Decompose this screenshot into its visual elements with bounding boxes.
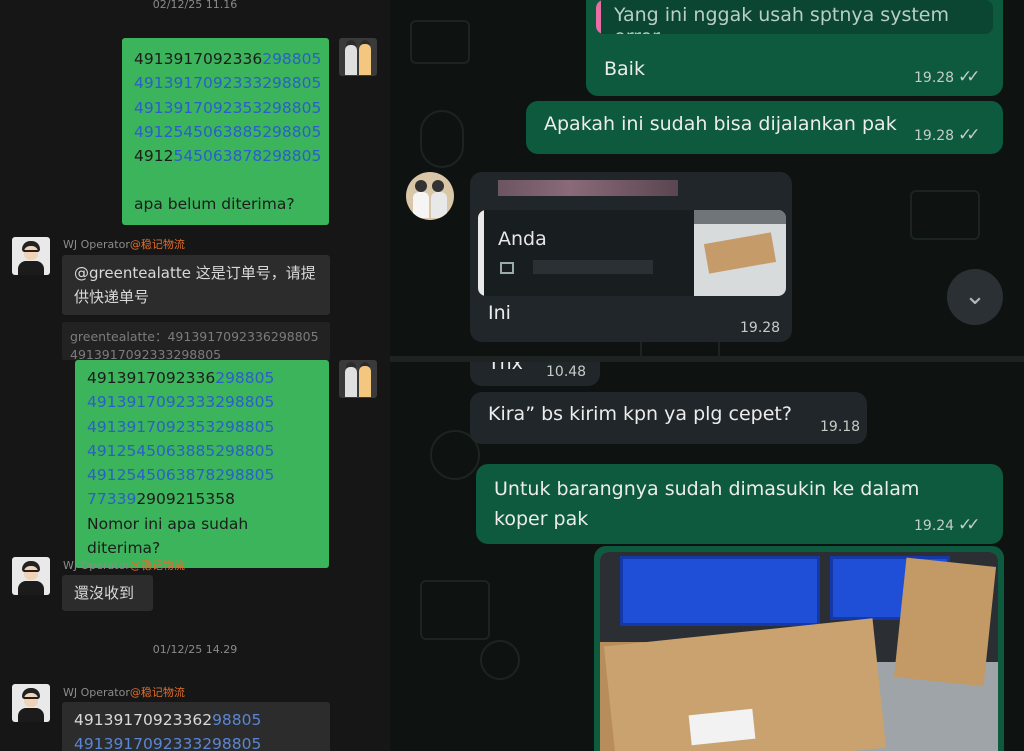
timestamp: 02/12/25 11.16 (152, 0, 238, 11)
wallpaper-doodle (420, 110, 464, 168)
incoming-message-bubble[interactable]: Kira” bs kirim kpn ya plg cepet? 19.18 (470, 392, 867, 444)
tracking-line: 4912545063878298805 (87, 466, 275, 485)
quoted-photo-thumbnail[interactable] (694, 210, 786, 296)
message-text: Baik (604, 58, 645, 80)
sender-name: WJ Operator@稳记物流 (63, 238, 185, 251)
message-text: Nomor ini apa sudah diterima? (87, 514, 249, 558)
wallpaper-doodle (480, 640, 520, 680)
message-time: 19.18 (820, 419, 861, 435)
wallpaper-doodle (410, 20, 470, 64)
right-chat-panel: Yang ini nggak usah sptnya system error … (390, 0, 1024, 751)
my-avatar[interactable] (339, 38, 377, 76)
incoming-message-bubble[interactable]: Thx 10.48 (470, 362, 600, 386)
read-ticks-icon: ✓✓ (958, 515, 980, 535)
screenshot-seam (390, 356, 1024, 362)
outgoing-photo-bubble[interactable] (594, 546, 1004, 751)
operator-avatar[interactable] (12, 237, 50, 275)
sent-message-bubble[interactable]: 4913917092336298805 4913917092333298805 … (75, 360, 329, 569)
message-text: Untuk barangnya sudah dimasukin ke dalam… (494, 478, 920, 530)
message-time: 19.28 (914, 128, 955, 144)
tracking-line: 4913917092333298805 (134, 74, 322, 93)
tracking-line: 4912545063885298805 (87, 441, 275, 460)
redacted-sender-name (498, 180, 678, 196)
sender-name: WJ Operator@稳记物流 (63, 559, 185, 572)
quoted-reply[interactable]: Yang ini nggak usah sptnya system error (596, 0, 993, 34)
sent-message-bubble[interactable]: 4913917092336298805 4913917092333298805 … (122, 38, 329, 225)
redacted-text (533, 260, 653, 274)
tracking-line: 4913917092333298805 (74, 735, 262, 751)
outgoing-message-bubble[interactable]: Apakah ini sudah bisa dijalankan pak 19.… (526, 101, 1003, 154)
read-ticks-icon: ✓✓ (958, 125, 980, 145)
tracking-line: 4913917092353298805 (87, 417, 275, 436)
tracking-line: 773392909215358 (87, 490, 235, 509)
message-time: 19.24 (914, 518, 955, 534)
scroll-to-bottom-button[interactable]: ⌄ (947, 269, 1003, 325)
image-icon (500, 262, 514, 274)
tracking-line: 4913917092336298805 (74, 711, 262, 729)
message-text: Apakah ini sudah bisa dijalankan pak (544, 113, 897, 135)
operator-avatar[interactable] (12, 557, 50, 595)
quoted-text: Yang ini nggak usah sptnya system error (614, 4, 949, 34)
tracking-line: 4912545063885298805 (134, 122, 322, 141)
tracking-line: 4913917092333298805 (87, 393, 275, 412)
received-message-bubble[interactable]: 4913917092336298805 4913917092333298805 (62, 702, 330, 751)
tracking-line: 4913917092336298805 (87, 369, 275, 387)
outgoing-message-bubble[interactable]: Yang ini nggak usah sptnya system error … (586, 0, 1003, 96)
incoming-message-bubble[interactable]: Anda Ini 19.28 (470, 172, 792, 342)
message-text: Kira” bs kirim kpn ya plg cepet? (488, 403, 792, 425)
tracking-line: 4912545063878298805 (134, 147, 322, 166)
quoted-reply[interactable]: Anda (478, 210, 786, 296)
received-message-bubble[interactable]: @greentealatte 这是订单号，请提供快递单号 (62, 255, 330, 315)
tracking-line: 4913917092336298805 (134, 50, 322, 68)
received-message-bubble[interactable]: 還沒收到 (62, 575, 153, 611)
message-text: apa belum diterima? (134, 195, 295, 214)
outgoing-message-bubble[interactable]: Untuk barangnya sudah dimasukin ke dalam… (476, 464, 1003, 544)
message-time: 19.28 (740, 320, 781, 336)
left-chat-panel: 02/12/25 11.16 4913917092336298805 49139… (0, 0, 390, 751)
screenshot-collage: 02/12/25 11.16 4913917092336298805 49139… (0, 0, 1024, 751)
operator-avatar[interactable] (12, 684, 50, 722)
quoted-author: Anda (498, 228, 547, 250)
wallpaper-doodle (910, 190, 980, 240)
quoted-message[interactable]: greentealatte：4913917092336298805 491391… (62, 322, 330, 360)
message-time: 10.48 (546, 364, 587, 380)
tracking-line: 4913917092353298805 (134, 98, 322, 117)
my-avatar[interactable] (339, 360, 377, 398)
read-ticks-icon: ✓✓ (958, 67, 980, 87)
message-text: Ini (488, 302, 511, 324)
double-chevron-down-icon: ⌄ (964, 281, 986, 311)
wallpaper-doodle (420, 580, 490, 640)
sender-name: WJ Operator@稳记物流 (63, 686, 185, 699)
timestamp: 01/12/25 14.29 (152, 643, 238, 656)
message-time: 19.28 (914, 70, 955, 86)
shipment-photo[interactable] (600, 552, 998, 751)
contact-avatar[interactable] (406, 172, 454, 220)
